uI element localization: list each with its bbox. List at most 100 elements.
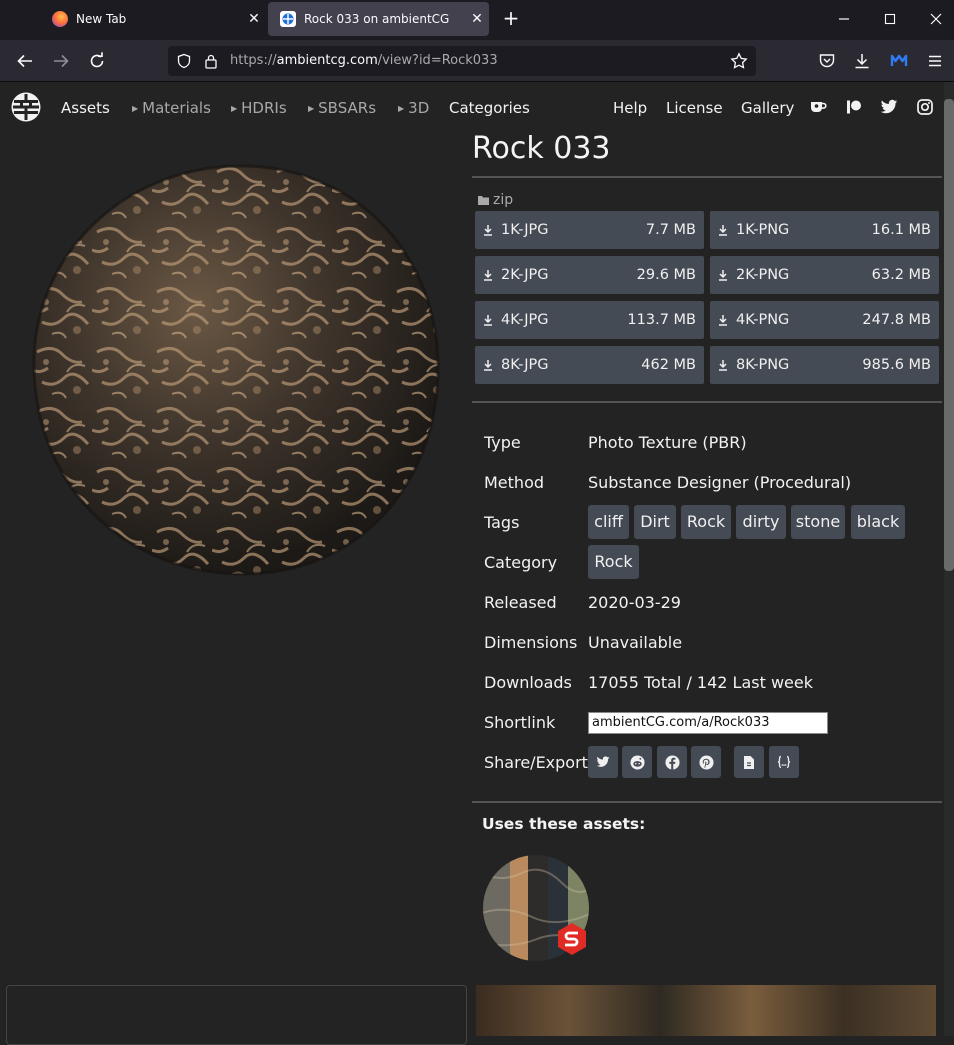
bookmark-star-icon[interactable] [730, 52, 748, 70]
minimize-icon[interactable] [832, 8, 856, 30]
download-4k-jpg-button[interactable]: 4K-JPG 113.7 MB [475, 301, 704, 339]
download-8k-jpg-button[interactable]: 8K-JPG 462 MB [475, 346, 704, 384]
instagram-icon[interactable] [916, 98, 934, 116]
url-text[interactable]: https://ambientcg.com/view?id=Rock033 [230, 53, 498, 68]
dimensions-value: Unavailable [588, 633, 683, 652]
download-label: 4K-JPG [501, 312, 549, 328]
tag-stone[interactable]: stone [791, 505, 845, 539]
download-label: 2K-JPG [501, 267, 549, 283]
file-icon [743, 755, 755, 770]
download-icon [483, 359, 493, 371]
close-tab-icon[interactable]: ✕ [465, 11, 489, 27]
download-label: 4K-PNG [736, 312, 790, 328]
maximize-icon[interactable] [878, 8, 902, 30]
comments-panel [6, 985, 467, 1045]
zip-label: zip [493, 192, 514, 208]
tag-cliff[interactable]: cliff [588, 505, 629, 539]
export-file-button[interactable] [734, 746, 764, 778]
nav-license-link[interactable]: License [666, 99, 723, 117]
share-pinterest-button[interactable] [691, 746, 721, 778]
ambientcg-logo-icon[interactable] [11, 92, 41, 122]
tag-dirt[interactable]: Dirt [634, 505, 676, 539]
back-icon[interactable] [13, 49, 37, 73]
download-label: 8K-JPG [501, 357, 549, 373]
nav-help-link[interactable]: Help [613, 99, 647, 117]
new-tab-button[interactable]: + [498, 6, 524, 32]
share-facebook-button[interactable] [657, 746, 687, 778]
patreon-icon[interactable] [845, 98, 863, 116]
type-label: Type [484, 433, 521, 452]
downloads-value: 17055 Total / 142 Last week [588, 673, 813, 692]
tag-rock[interactable]: Rock [681, 505, 731, 539]
download-size: 247.8 MB [862, 312, 931, 328]
download-size: 462 MB [641, 357, 696, 373]
tags-label: Tags [484, 513, 520, 532]
download-1k-jpg-button[interactable]: 1K-JPG 7.7 MB [475, 211, 704, 249]
menu-icon[interactable] [923, 49, 947, 73]
download-2k-png-button[interactable]: 2K-PNG 63.2 MB [710, 256, 939, 294]
tab-new-tab[interactable]: New Tab ✕ [40, 2, 266, 36]
tab-title: Rock 033 on ambientCG [304, 12, 450, 26]
tag-black[interactable]: black [851, 505, 905, 539]
code-braces-icon [776, 755, 792, 769]
category-rock-tag[interactable]: Rock [588, 545, 639, 579]
download-size: 63.2 MB [871, 267, 931, 283]
nav-categories-link[interactable]: Categories [449, 99, 530, 117]
released-label: Released [484, 593, 557, 612]
download-1k-png-button[interactable]: 1K-PNG 16.1 MB [710, 211, 939, 249]
folder-icon [478, 195, 489, 205]
download-icon [483, 269, 493, 281]
downloads-label: Downloads [484, 673, 572, 692]
source-asset-thumbnail[interactable] [482, 853, 594, 963]
released-value: 2020-03-29 [588, 593, 681, 612]
close-window-icon[interactable] [924, 8, 948, 30]
nav-assets-link[interactable]: Assets [61, 99, 110, 117]
download-8k-png-button[interactable]: 8K-PNG 985.6 MB [710, 346, 939, 384]
export-json-button[interactable] [769, 746, 799, 778]
zip-section-label: zip [478, 192, 513, 208]
material-preview-image[interactable] [32, 162, 442, 576]
download-size: 985.6 MB [862, 357, 931, 373]
divider [472, 401, 942, 403]
kofi-icon[interactable] [809, 98, 827, 116]
download-label: 1K-JPG [501, 222, 549, 238]
category-label: Category [484, 553, 558, 572]
pocket-icon[interactable] [815, 49, 839, 73]
tag-dirty[interactable]: dirty [736, 505, 786, 539]
downloads-icon[interactable] [850, 49, 874, 73]
page-scrollbar-thumb[interactable] [944, 99, 954, 571]
download-label: 1K-PNG [736, 222, 790, 238]
ambientcg-favicon-icon [280, 11, 296, 27]
facebook-icon [664, 754, 680, 770]
nav-sbsars-link[interactable]: ▶ SBSARs [308, 99, 376, 117]
pinterest-icon [698, 754, 714, 770]
tab-title: New Tab [76, 12, 127, 26]
forward-icon[interactable] [49, 49, 73, 73]
method-value: Substance Designer (Procedural) [588, 473, 852, 492]
download-label: 2K-PNG [736, 267, 790, 283]
twitter-icon[interactable] [880, 98, 898, 116]
browser-toolbar: https://ambientcg.com/view?id=Rock033 [0, 40, 954, 82]
close-tab-icon[interactable]: ✕ [242, 11, 266, 27]
download-icon [718, 269, 728, 281]
nav-hdris-link[interactable]: ▶ HDRIs [231, 99, 287, 117]
share-reddit-button[interactable] [622, 746, 652, 778]
nav-materials-link[interactable]: ▶ Materials [132, 99, 211, 117]
shortlink-input[interactable]: ambientCG.com/a/Rock033 [588, 712, 828, 734]
nav-3d-link[interactable]: ▶ 3D [398, 99, 429, 117]
texture-preview-image[interactable] [476, 985, 936, 1036]
method-label: Method [484, 473, 545, 492]
share-twitter-button[interactable] [588, 746, 618, 778]
lock-icon[interactable] [204, 53, 218, 69]
download-icon [718, 314, 728, 326]
address-bar[interactable]: https://ambientcg.com/view?id=Rock033 [168, 46, 756, 76]
tab-rock-033[interactable]: Rock 033 on ambientCG ✕ [268, 2, 489, 36]
download-4k-png-button[interactable]: 4K-PNG 247.8 MB [710, 301, 939, 339]
nav-gallery-link[interactable]: Gallery [741, 99, 794, 117]
shield-icon[interactable] [176, 53, 192, 69]
download-2k-jpg-button[interactable]: 2K-JPG 29.6 MB [475, 256, 704, 294]
reload-icon[interactable] [85, 49, 109, 73]
extension-icon[interactable] [887, 49, 911, 73]
download-icon [718, 224, 728, 236]
download-size: 29.6 MB [636, 267, 696, 283]
